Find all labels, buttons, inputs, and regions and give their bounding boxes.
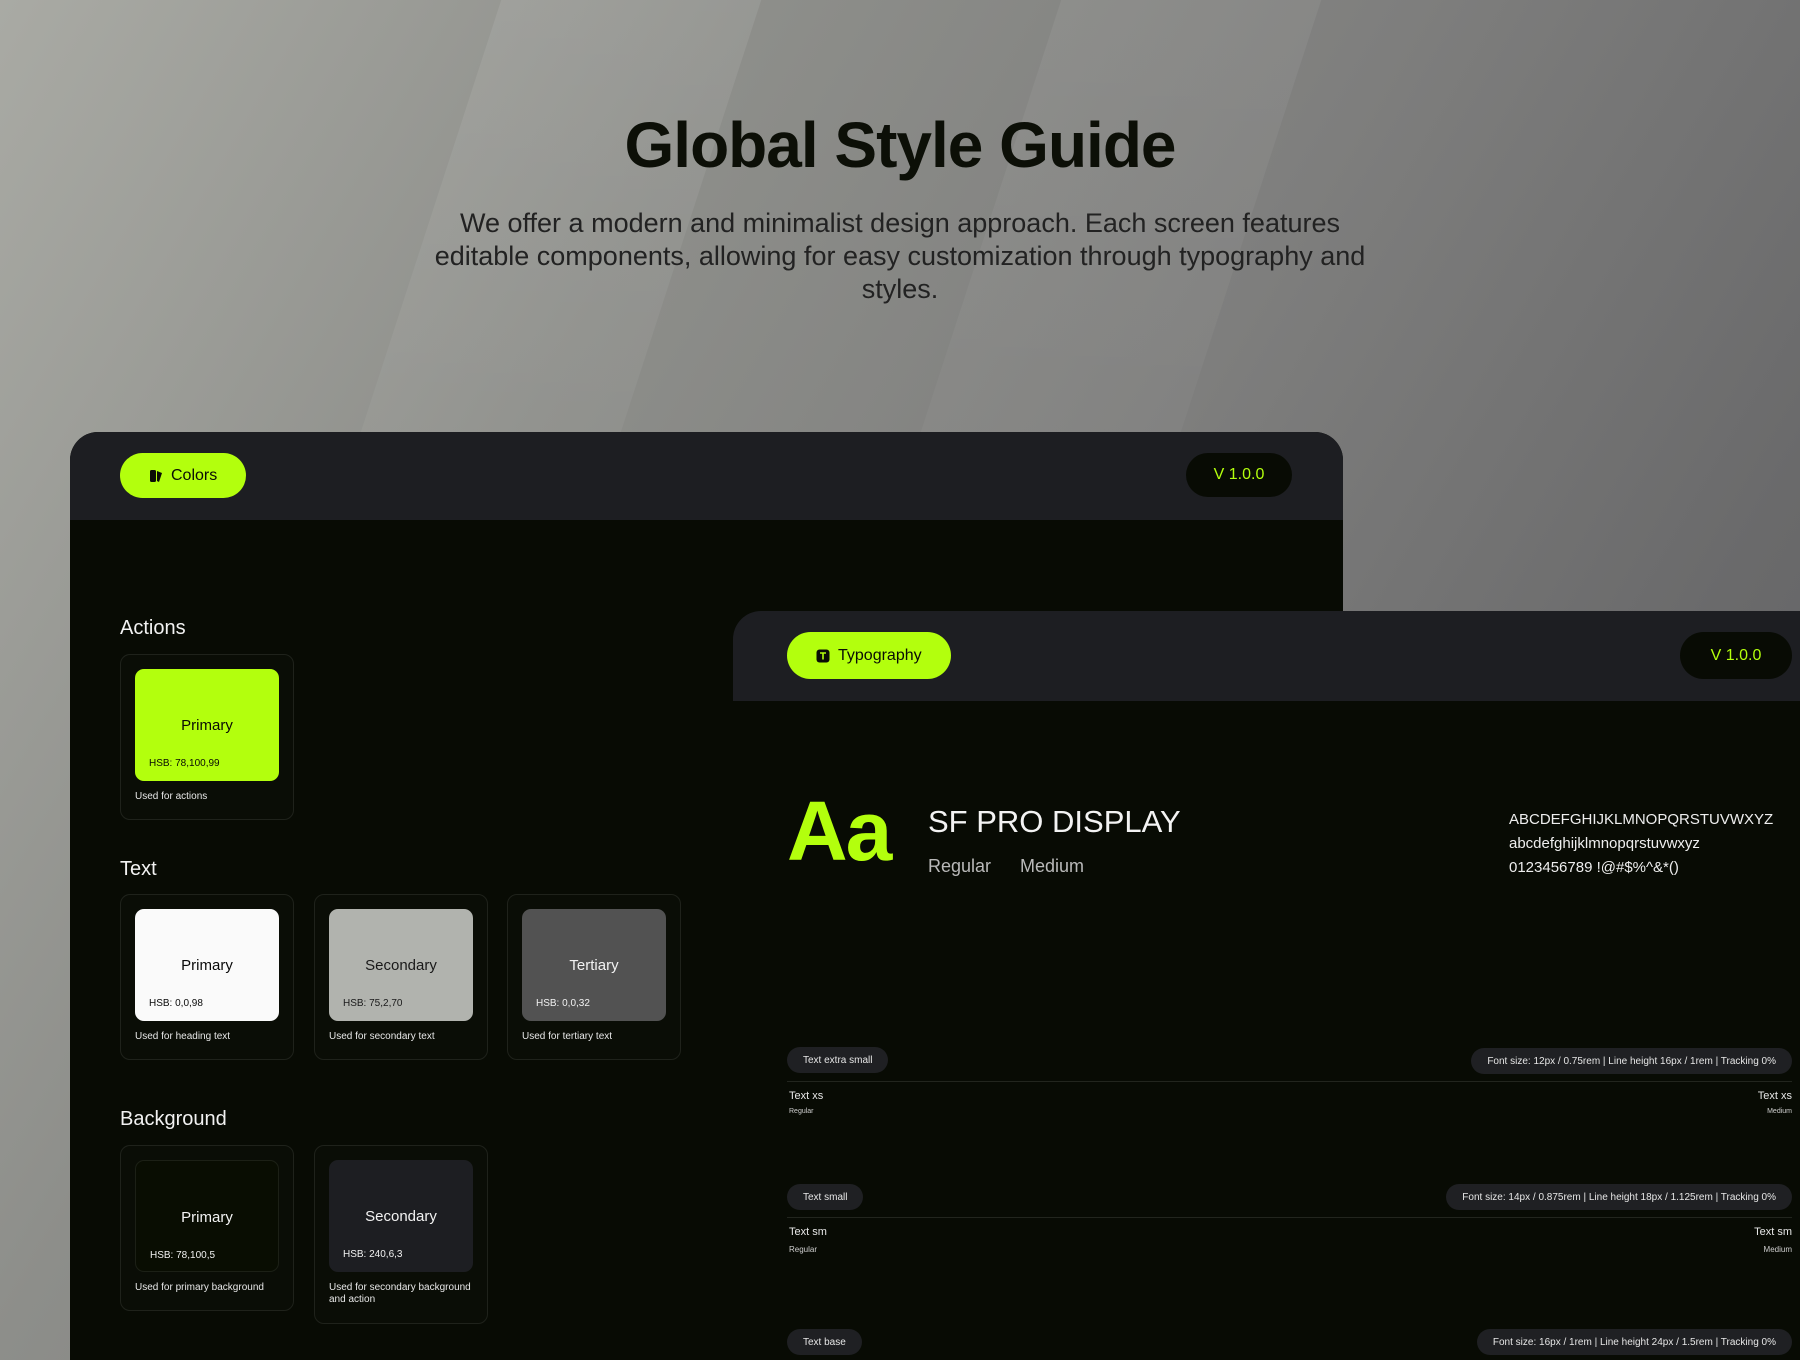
divider bbox=[787, 1081, 1792, 1082]
swatch-description: Used for heading text bbox=[135, 1031, 231, 1042]
charset-uppercase: ABCDEFGHIJKLMNOPQRSTUVWXYZ bbox=[1509, 811, 1774, 828]
swatch-description: Used for tertiary text bbox=[522, 1031, 613, 1042]
colors-tab-button[interactable]: Colors bbox=[120, 453, 247, 498]
style-chip-text-base: Text base bbox=[787, 1329, 862, 1355]
font-weight-medium: Medium bbox=[1020, 856, 1085, 876]
font-specimen: Aa bbox=[787, 784, 892, 878]
color-swatch: Tertiary HSB: 0,0,32 bbox=[522, 909, 666, 1021]
color-card-text-secondary[interactable]: Secondary HSB: 75,2,70 Used for secondar… bbox=[314, 894, 488, 1060]
typography-panel-header: Typography V 1.0.0 bbox=[733, 611, 1800, 701]
font-weight-regular: Regular bbox=[928, 856, 992, 876]
section-title-text: Text bbox=[120, 858, 157, 880]
divider bbox=[787, 1217, 1792, 1218]
typography-tab-label: Typography bbox=[838, 646, 922, 664]
swatch-name: Tertiary bbox=[569, 957, 619, 974]
sample-text-sm-medium: Text sm bbox=[1754, 1226, 1792, 1238]
section-title-actions: Actions bbox=[120, 617, 186, 639]
color-card-text-primary[interactable]: Primary HSB: 0,0,98 Used for heading tex… bbox=[120, 894, 294, 1060]
style-spec-text-base: Font size: 16px / 1rem | Line height 24p… bbox=[1476, 1329, 1792, 1355]
color-swatch: Primary HSB: 0,0,98 bbox=[135, 909, 279, 1021]
colors-panel-header: Colors V 1.0.0 bbox=[70, 432, 1343, 520]
color-card-background-primary[interactable]: Primary HSB: 78,100,5 Used for primary b… bbox=[120, 1145, 294, 1311]
color-card-text-tertiary[interactable]: Tertiary HSB: 0,0,32 Used for tertiary t… bbox=[507, 894, 681, 1060]
sample-text-xs-medium: Text xs bbox=[1757, 1090, 1792, 1102]
typography-tab-button[interactable]: Typography bbox=[787, 632, 951, 679]
swatch-hsb: HSB: 0,0,32 bbox=[536, 998, 590, 1009]
style-spec-text-xs: Font size: 12px / 0.75rem | Line height … bbox=[1471, 1048, 1792, 1074]
swatch-hsb: HSB: 0,0,98 bbox=[149, 998, 203, 1009]
style-spec-text-sm: Font size: 14px / 0.875rem | Line height… bbox=[1446, 1184, 1792, 1210]
swatch-hsb: HSB: 240,6,3 bbox=[343, 1249, 403, 1260]
page-title: Global Style Guide bbox=[624, 109, 1177, 181]
swatch-description: Used for secondary text bbox=[329, 1031, 435, 1042]
color-card-background-secondary[interactable]: Secondary HSB: 240,6,3 Used for secondar… bbox=[314, 1145, 488, 1324]
font-name: SF PRO DISPLAY bbox=[928, 804, 1181, 839]
swatch-description: Used for primary background bbox=[135, 1282, 264, 1293]
swatch-hsb: HSB: 78,100,99 bbox=[149, 758, 220, 769]
swatch-name: Secondary bbox=[365, 957, 437, 974]
version-badge: V 1.0.0 bbox=[1186, 453, 1292, 497]
style-chip-text-xs: Text extra small bbox=[787, 1047, 889, 1073]
color-swatch: Primary HSB: 78,100,99 bbox=[135, 669, 279, 781]
weight-label-regular: Regular bbox=[789, 1108, 814, 1115]
charset-lowercase: abcdefghijklmnopqrstuvwxyz bbox=[1509, 835, 1700, 852]
page-subtitle: We offer a modern and minimalist design … bbox=[434, 208, 1366, 304]
typography-panel: Typography V 1.0.0 Aa SF PRO DISPLAY Reg… bbox=[733, 611, 1800, 1360]
weight-label-medium: Medium bbox=[1763, 1245, 1792, 1254]
charset-numbers-symbols: 0123456789 !@#$%^&*() bbox=[1509, 859, 1679, 876]
sample-text-sm-regular: Text sm bbox=[789, 1226, 827, 1238]
color-swatch: Secondary HSB: 240,6,3 bbox=[329, 1160, 473, 1272]
palette-icon bbox=[149, 469, 163, 483]
swatch-description: Used for actions bbox=[135, 791, 208, 802]
swatch-hsb: HSB: 75,2,70 bbox=[343, 998, 403, 1009]
swatch-name: Primary bbox=[181, 1209, 233, 1226]
color-swatch: Secondary HSB: 75,2,70 bbox=[329, 909, 473, 1021]
section-title-background: Background bbox=[120, 1108, 227, 1130]
color-card-actions-primary[interactable]: Primary HSB: 78,100,99 Used for actions bbox=[120, 654, 294, 820]
weight-label-regular: Regular bbox=[789, 1245, 818, 1254]
swatch-name: Primary bbox=[181, 717, 233, 734]
style-chip-text-sm: Text small bbox=[787, 1184, 864, 1210]
colors-tab-label: Colors bbox=[171, 466, 218, 484]
swatch-description: Used for secondary background and action bbox=[329, 1282, 471, 1305]
sample-text-xs-regular: Text xs bbox=[789, 1090, 824, 1102]
swatch-name: Primary bbox=[181, 957, 233, 974]
weight-label-medium: Medium bbox=[1767, 1108, 1792, 1115]
version-badge: V 1.0.0 bbox=[1680, 632, 1792, 679]
type-icon bbox=[816, 649, 830, 663]
swatch-hsb: HSB: 78,100,5 bbox=[150, 1250, 216, 1261]
swatch-name: Secondary bbox=[365, 1208, 437, 1225]
color-swatch: Primary HSB: 78,100,5 bbox=[135, 1160, 279, 1272]
